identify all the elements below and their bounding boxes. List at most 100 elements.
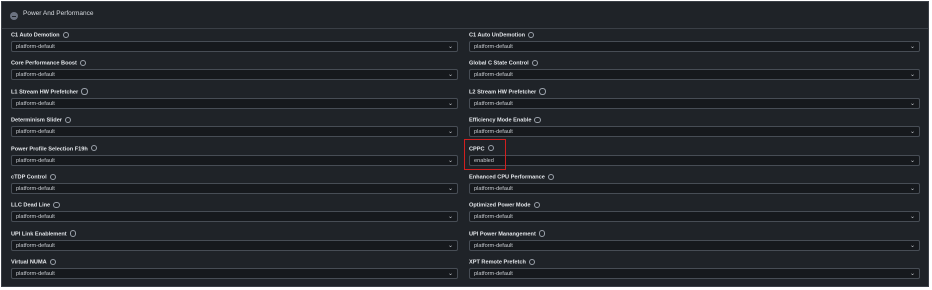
collapse-icon[interactable] [10, 12, 18, 20]
select-value: platform-default [474, 271, 513, 278]
cppc-select[interactable]: enabled ⌄ [469, 154, 920, 166]
select-value: platform-default [16, 242, 55, 249]
upi-link-enablement-label: UPI Link Enablement [11, 230, 77, 238]
chevron-down-icon[interactable]: ⌄ [910, 213, 915, 221]
c1-auto-demotion-label: C1 Auto Demotion [11, 31, 69, 39]
select-value: platform-default [16, 157, 55, 164]
power-profile-selection-f19h-select[interactable]: platform-default ⌄ [11, 154, 458, 166]
core-performance-boost-select[interactable]: platform-default ⌄ [11, 69, 458, 81]
info-icon[interactable] [547, 173, 555, 180]
c1-auto-demotion-select[interactable]: platform-default ⌄ [11, 41, 458, 52]
chevron-down-icon[interactable]: ⌄ [448, 185, 453, 193]
field-label-text: Efficiency Mode Enable [469, 117, 532, 124]
select-value: platform-default [16, 44, 55, 50]
upi-power-manangement-label: UPI Power Manangement [469, 230, 546, 238]
field-label-text: cTDP Control [11, 174, 47, 181]
field-label-text: XPT Remote Prefetch [469, 259, 526, 266]
field-label-text: Enhanced CPU Performance [469, 174, 545, 181]
c1-auto-undemotion-label: C1 Auto UnDemotion [469, 31, 535, 39]
select-value: platform-default [474, 242, 513, 249]
chevron-down-icon[interactable]: ⌄ [448, 270, 453, 278]
info-icon[interactable] [49, 173, 57, 180]
enhanced-cpu-performance-label: Enhanced CPU Performance [469, 173, 555, 181]
l1-stream-hw-prefetcher-select[interactable]: platform-default ⌄ [11, 97, 458, 109]
xpt-remote-prefetch-select[interactable]: platform-default ⌄ [469, 268, 920, 280]
section-header[interactable]: Power And Performance [2, 2, 928, 29]
select-value: platform-default [16, 186, 55, 192]
info-icon[interactable] [49, 258, 57, 266]
llc-dead-line-select[interactable]: platform-default ⌄ [11, 211, 458, 223]
field-label-text: L2 Stream HW Prefetcher [469, 89, 537, 96]
info-icon[interactable] [534, 116, 541, 124]
select-value: platform-default [474, 72, 513, 79]
power-profile-selection-f19h-label: Power Profile Selection F19h [11, 145, 98, 153]
chevron-down-icon[interactable]: ⌄ [910, 100, 915, 108]
chevron-down-icon[interactable]: ⌄ [448, 43, 453, 51]
chevron-down-icon[interactable]: ⌄ [448, 71, 453, 79]
optimized-power-mode-select[interactable]: platform-default ⌄ [469, 211, 920, 223]
chevron-down-icon[interactable]: ⌄ [910, 157, 915, 165]
chevron-down-icon[interactable]: ⌄ [910, 242, 915, 250]
chevron-down-icon[interactable]: ⌄ [448, 213, 453, 221]
info-icon[interactable] [69, 230, 77, 237]
info-icon[interactable] [531, 59, 539, 67]
select-value: platform-default [474, 186, 513, 192]
l1-stream-hw-prefetcher-label: L1 Stream HW Prefetcher [11, 88, 88, 96]
global-c-state-control-label: Global C State Control [469, 59, 539, 68]
chevron-down-icon[interactable]: ⌄ [910, 128, 915, 136]
select-value: platform-default [474, 100, 513, 107]
field-label-text: Determinism Slider [11, 117, 62, 124]
select-value: platform-default [16, 100, 55, 107]
chevron-down-icon[interactable]: ⌄ [448, 242, 453, 250]
chevron-down-icon[interactable]: ⌄ [910, 43, 915, 51]
field-label-text: Power Profile Selection F19h [11, 146, 88, 153]
select-value: platform-default [16, 129, 55, 136]
info-icon[interactable] [533, 201, 540, 209]
field-label-text: Optimized Power Mode [469, 203, 531, 210]
global-c-state-control-select[interactable]: platform-default ⌄ [469, 69, 920, 81]
chevron-down-icon[interactable]: ⌄ [448, 128, 453, 136]
chevron-down-icon[interactable]: ⌄ [448, 100, 453, 108]
info-icon[interactable] [81, 88, 88, 95]
info-icon[interactable] [539, 88, 546, 95]
determinism-slider-select[interactable]: platform-default ⌄ [11, 126, 458, 138]
chevron-down-icon[interactable]: ⌄ [910, 185, 915, 193]
info-icon[interactable] [64, 116, 72, 124]
field-label-text: C1 Auto Demotion [11, 32, 60, 39]
info-icon[interactable] [538, 230, 546, 237]
chevron-down-icon[interactable]: ⌄ [910, 270, 915, 278]
upi-link-enablement-select[interactable]: platform-default ⌄ [11, 239, 458, 251]
field-label-text: Global C State Control [469, 61, 529, 68]
field-label-text: UPI Power Manangement [469, 231, 536, 238]
efficiency-mode-enable-label: Efficiency Mode Enable [469, 116, 541, 124]
chevron-down-icon[interactable]: ⌄ [910, 71, 915, 79]
field-label-text: Core Performance Boost [11, 61, 77, 68]
field-label-text: C1 Auto UnDemotion [469, 32, 526, 39]
info-icon[interactable] [79, 59, 87, 67]
enhanced-cpu-performance-select[interactable]: platform-default ⌄ [469, 183, 920, 194]
l2-stream-hw-prefetcher-label: L2 Stream HW Prefetcher [469, 88, 546, 96]
ctdp-control-select[interactable]: platform-default ⌄ [11, 183, 458, 194]
info-icon[interactable] [53, 201, 60, 209]
select-value: platform-default [474, 44, 513, 50]
select-value: platform-default [474, 214, 513, 221]
select-value: platform-default [16, 214, 55, 221]
info-icon[interactable] [62, 31, 69, 38]
field-label-text: UPI Link Enablement [11, 231, 67, 238]
c1-auto-undemotion-select[interactable]: platform-default ⌄ [469, 41, 920, 52]
info-icon[interactable] [528, 31, 535, 38]
efficiency-mode-enable-select[interactable]: platform-default ⌄ [469, 126, 920, 138]
ctdp-control-label: cTDP Control [11, 173, 57, 181]
l2-stream-hw-prefetcher-select[interactable]: platform-default ⌄ [469, 97, 920, 109]
field-label-text: L1 Stream HW Prefetcher [11, 89, 79, 96]
chevron-down-icon[interactable]: ⌄ [448, 157, 453, 165]
upi-power-manangement-select[interactable]: platform-default ⌄ [469, 239, 920, 251]
xpt-remote-prefetch-label: XPT Remote Prefetch [469, 258, 536, 266]
select-value: platform-default [16, 271, 55, 278]
info-icon[interactable] [90, 145, 98, 152]
info-icon[interactable] [528, 258, 536, 266]
virtual-numa-select[interactable]: platform-default ⌄ [11, 268, 458, 280]
optimized-power-mode-label: Optimized Power Mode [469, 201, 540, 210]
select-value: platform-default [16, 72, 55, 79]
select-value: platform-default [474, 129, 513, 136]
